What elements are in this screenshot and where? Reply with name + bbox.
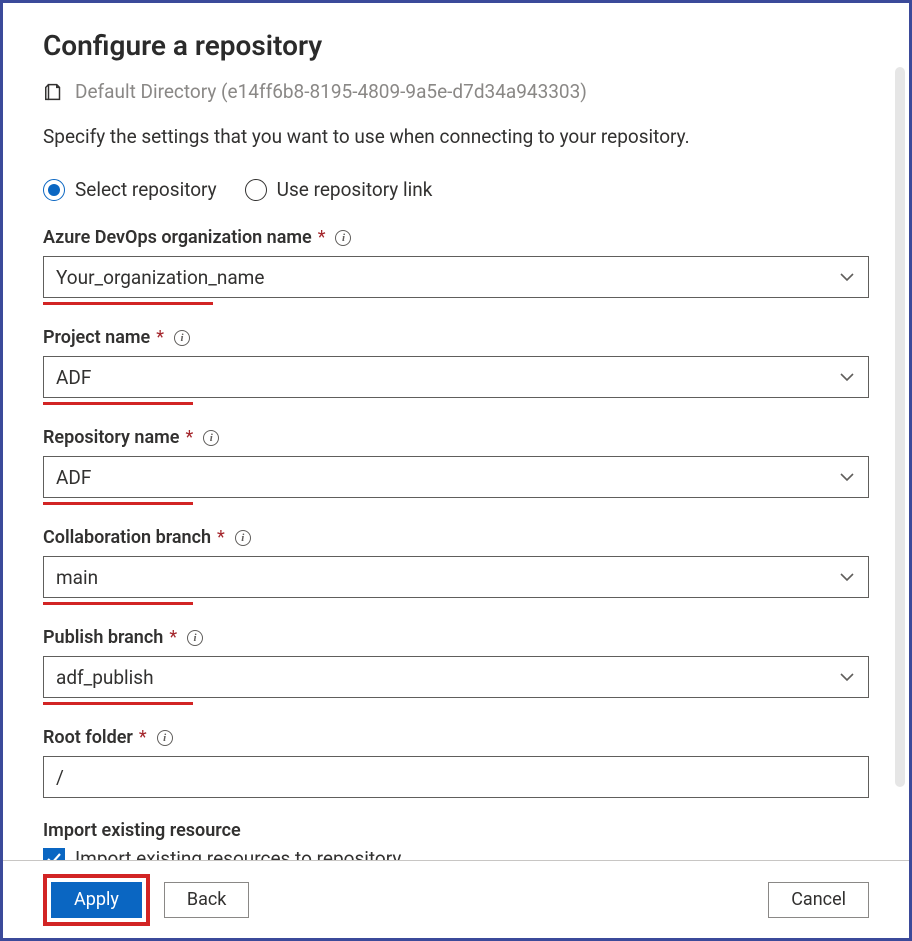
select-value: ADF	[56, 466, 91, 489]
checkbox-label: Import existing resources to repository	[75, 847, 401, 860]
chevron-down-icon	[840, 272, 854, 282]
radio-select-repository[interactable]: Select repository	[43, 178, 217, 201]
field-publish-branch: Publish branch * i adf_publish	[43, 627, 869, 705]
apply-button[interactable]: Apply	[51, 882, 142, 918]
description-text: Specify the settings that you want to us…	[43, 125, 869, 148]
required-asterisk: *	[185, 427, 193, 448]
organization-select[interactable]: Your_organization_name	[43, 256, 869, 298]
required-asterisk: *	[318, 227, 326, 248]
field-label-text: Collaboration branch	[43, 527, 211, 548]
field-label-text: Azure DevOps organization name	[43, 227, 312, 248]
radio-icon	[43, 179, 65, 201]
project-select[interactable]: ADF	[43, 356, 869, 398]
root-folder-input[interactable]: /	[43, 756, 869, 798]
breadcrumb: Default Directory (e14ff6b8-8195-4809-9a…	[43, 80, 869, 103]
radio-label: Use repository link	[277, 178, 433, 201]
required-asterisk: *	[169, 627, 177, 648]
field-collaboration-branch: Collaboration branch * i main	[43, 527, 869, 605]
select-value: Your_organization_name	[56, 266, 264, 289]
highlight-underline	[43, 602, 193, 605]
import-existing-checkbox-row[interactable]: Import existing resources to repository	[43, 847, 869, 860]
radio-label: Select repository	[75, 178, 217, 201]
highlight-underline	[43, 402, 193, 405]
field-project: Project name * i ADF	[43, 327, 869, 405]
vertical-scrollbar[interactable]	[895, 67, 905, 787]
dialog-footer: Apply Back Cancel	[3, 860, 909, 938]
checkbox-icon	[43, 848, 65, 861]
highlight-underline	[43, 302, 213, 305]
required-asterisk: *	[156, 327, 164, 348]
breadcrumb-text: Default Directory (e14ff6b8-8195-4809-9a…	[75, 80, 587, 103]
field-label-text: Publish branch	[43, 627, 163, 648]
select-value: main	[56, 566, 98, 589]
select-value: adf_publish	[56, 666, 154, 689]
info-icon[interactable]: i	[174, 330, 190, 346]
field-label-text: Root folder	[43, 727, 133, 748]
radio-icon	[245, 179, 267, 201]
chevron-down-icon	[840, 472, 854, 482]
field-label-text: Repository name	[43, 427, 179, 448]
chevron-down-icon	[840, 572, 854, 582]
required-asterisk: *	[139, 727, 147, 748]
input-value: /	[56, 766, 64, 789]
apply-highlight-frame: Apply	[43, 874, 150, 926]
info-icon[interactable]: i	[187, 630, 203, 646]
required-asterisk: *	[217, 527, 225, 548]
cancel-button[interactable]: Cancel	[768, 882, 869, 918]
highlight-underline	[43, 502, 193, 505]
chevron-down-icon	[840, 672, 854, 682]
field-root-folder: Root folder * i /	[43, 727, 869, 798]
info-icon[interactable]: i	[157, 730, 173, 746]
directory-icon	[43, 81, 65, 103]
info-icon[interactable]: i	[335, 230, 351, 246]
field-organization: Azure DevOps organization name * i Your_…	[43, 227, 869, 305]
field-label-text: Project name	[43, 327, 150, 348]
back-button[interactable]: Back	[164, 882, 250, 918]
repository-select[interactable]: ADF	[43, 456, 869, 498]
publish-branch-select[interactable]: adf_publish	[43, 656, 869, 698]
field-repository: Repository name * i ADF	[43, 427, 869, 505]
chevron-down-icon	[840, 372, 854, 382]
page-title: Configure a repository	[43, 29, 869, 62]
info-icon[interactable]: i	[235, 530, 251, 546]
info-icon[interactable]: i	[203, 430, 219, 446]
select-value: ADF	[56, 366, 91, 389]
collaboration-branch-select[interactable]: main	[43, 556, 869, 598]
import-section-heading: Import existing resource	[43, 820, 869, 841]
highlight-underline	[43, 702, 193, 705]
repo-source-radio-group: Select repository Use repository link	[43, 178, 869, 201]
radio-use-repository-link[interactable]: Use repository link	[245, 178, 433, 201]
